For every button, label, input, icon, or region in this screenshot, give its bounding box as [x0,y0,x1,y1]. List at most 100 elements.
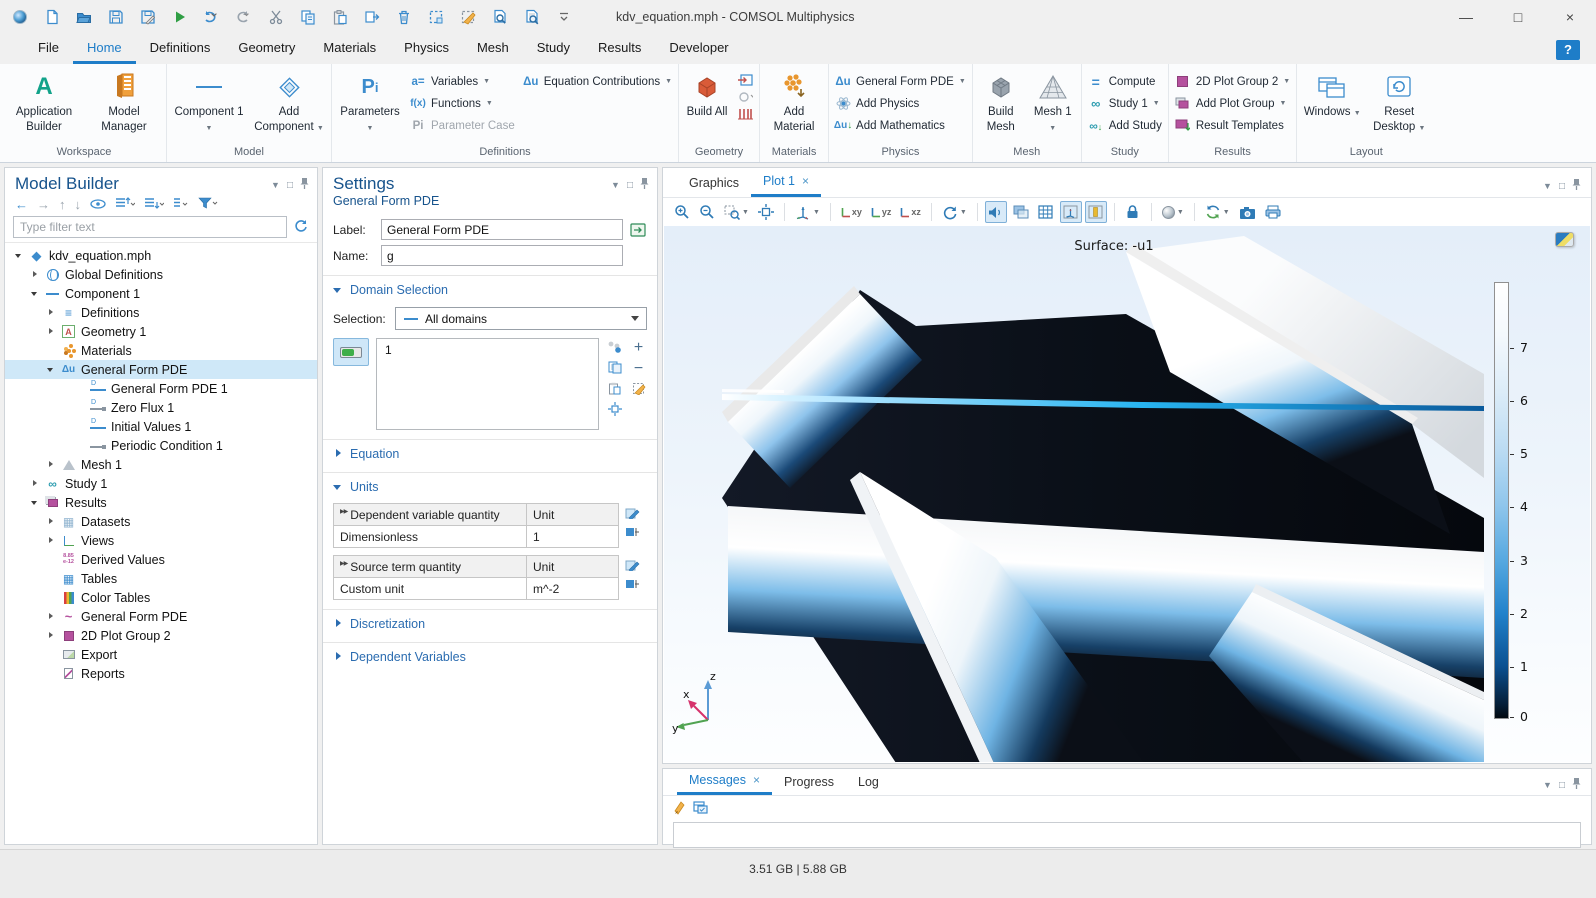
update-plot-icon[interactable]: ▼ [1202,201,1233,223]
close-button[interactable]: × [1544,2,1596,32]
save-icon[interactable] [106,7,126,27]
tree-item-periodic-condition-1[interactable]: Periodic Condition 1 [5,436,317,455]
section-units[interactable]: Units [323,472,657,496]
reset-desktop-button[interactable]: Reset Desktop ▼ [1369,68,1429,135]
tree-item-materials[interactable]: Materials [5,341,317,360]
import-geometry-icon[interactable] [737,73,753,87]
transparency-icon[interactable] [1010,201,1032,223]
find-icon[interactable] [490,7,510,27]
tab-definitions[interactable]: Definitions [136,34,225,64]
units-col-unit[interactable]: Unit [527,556,619,578]
add-mathematics-button[interactable]: Δu↓Add Mathematics [835,117,966,134]
panel-menu-icon[interactable]: ▼ [1543,181,1552,191]
units-col-quantity[interactable]: ▶▶Source term quantity [334,556,527,578]
add-plot-group-button[interactable]: Add Plot Group▼ [1175,95,1290,112]
insert-expression-icon[interactable] [625,578,640,593]
add-material-button[interactable]: Add Material [766,68,822,135]
equation-contributions-button[interactable]: ΔuEquation Contributions▼ [523,73,672,90]
tab-mesh[interactable]: Mesh [463,34,523,64]
build-mesh-button[interactable]: Build Mesh [979,68,1023,135]
zoom-document-icon[interactable] [522,7,542,27]
panel-float-icon[interactable]: □ [627,180,633,191]
tree-item-initial-values-1[interactable]: DInitial Values 1 [5,417,317,436]
tree-item-color-tables[interactable]: Color Tables [5,588,317,607]
rotate-view-icon[interactable]: ▼ [939,201,970,223]
domain-selection-list[interactable]: 1 [376,338,599,430]
active-toggle-button[interactable] [333,338,369,366]
redo-icon[interactable] [234,7,254,27]
view-xy-icon[interactable]: xy [838,201,865,223]
study-1-button[interactable]: ∞Study 1▼ [1088,95,1162,112]
clear-messages-icon[interactable] [673,801,685,818]
create-selection-icon[interactable] [607,340,622,356]
view-yz-icon[interactable]: yz [868,201,895,223]
filter-icon[interactable] [198,197,218,212]
back-icon[interactable]: ← [15,197,28,212]
tab-study[interactable]: Study [523,34,584,64]
panel-pin-icon[interactable] [1572,178,1581,194]
tab-messages[interactable]: Messages× [677,769,772,795]
model-manager-button[interactable]: Model Manager [88,68,160,135]
panel-menu-icon[interactable]: ▼ [271,180,280,190]
close-tab-icon[interactable]: × [802,168,809,194]
collapse-icon[interactable] [115,197,135,212]
colorbar-toggle-icon[interactable] [1085,201,1107,223]
expand-icon[interactable] [144,197,164,212]
messages-output[interactable] [673,822,1581,848]
add-physics-button[interactable]: Add Physics [835,95,966,112]
panel-float-icon[interactable]: □ [1559,780,1565,791]
lock-view-icon[interactable] [1122,201,1144,223]
mesh-1-button[interactable]: Mesh 1 ▼ [1031,68,1075,135]
panel-pin-icon[interactable] [640,177,649,193]
label-input[interactable] [381,219,623,240]
physics-interface-selector[interactable]: ΔuGeneral Form PDE▼ [835,73,966,90]
default-view-icon[interactable]: ▼ [792,201,823,223]
application-builder-button[interactable]: A Application Builder [8,68,80,135]
customize-toolbar-icon[interactable] [554,7,574,27]
open-messages-window-icon[interactable] [693,801,708,817]
tab-graphics-window[interactable]: Graphics [677,168,751,197]
panel-float-icon[interactable]: □ [1559,181,1565,192]
unit-cell[interactable]: 1 [527,526,619,548]
panel-menu-icon[interactable]: ▼ [1543,780,1552,790]
functions-button[interactable]: f(x)Functions▼ [410,95,515,112]
component-1-button[interactable]: Component 1 ▼ [173,68,245,135]
select-box-icon[interactable] [426,7,446,27]
copy-icon[interactable] [298,7,318,27]
quantity-cell[interactable]: Dimensionless [334,526,527,548]
quantity-cell[interactable]: Custom unit [334,578,527,600]
section-discretization[interactable]: Discretization [323,609,657,633]
add-component-button[interactable]: Add Component ▼ [253,68,325,135]
tree-item-general-form-pde[interactable]: ΔuGeneral Form PDE [5,360,317,379]
duplicate-icon[interactable] [362,7,382,27]
remove-from-selection-icon[interactable]: − [634,360,643,378]
print-icon[interactable] [1262,201,1284,223]
tree-item-results-general-form-pde[interactable]: ~General Form PDE [5,607,317,626]
tree-item-root[interactable]: ◆kdv_equation.mph [5,246,317,265]
open-file-icon[interactable] [74,7,94,27]
save-as-icon[interactable] [138,7,158,27]
paste-icon[interactable] [330,7,350,27]
new-file-icon[interactable] [42,7,62,27]
tab-home[interactable]: Home [73,34,136,64]
image-snapshot-icon[interactable] [1236,201,1259,223]
tab-materials[interactable]: Materials [309,34,390,64]
tree-item-views[interactable]: Views [5,531,317,550]
panel-menu-icon[interactable]: ▼ [611,180,620,190]
tree-item-zero-flux-1[interactable]: DZero Flux 1 [5,398,317,417]
compute-button[interactable]: =Compute [1088,73,1162,90]
tab-progress[interactable]: Progress [772,769,846,795]
show-icon[interactable] [90,197,106,212]
result-templates-button[interactable]: Result Templates [1175,117,1290,134]
run-icon[interactable] [170,7,190,27]
tree-item-global-definitions[interactable]: Global Definitions [5,265,317,284]
unit-cell-editable[interactable]: m^-2 [527,578,619,600]
tab-geometry[interactable]: Geometry [224,34,309,64]
grid-toggle-icon[interactable] [1035,201,1057,223]
tab-physics[interactable]: Physics [390,34,463,64]
units-col-quantity[interactable]: ▶▶Dependent variable quantity [334,504,527,526]
parameter-case-button[interactable]: PiParameter Case [410,117,515,134]
undo-icon[interactable] [202,7,222,27]
minimize-button[interactable]: — [1440,2,1492,32]
tree-item-reports[interactable]: Reports [5,664,317,683]
